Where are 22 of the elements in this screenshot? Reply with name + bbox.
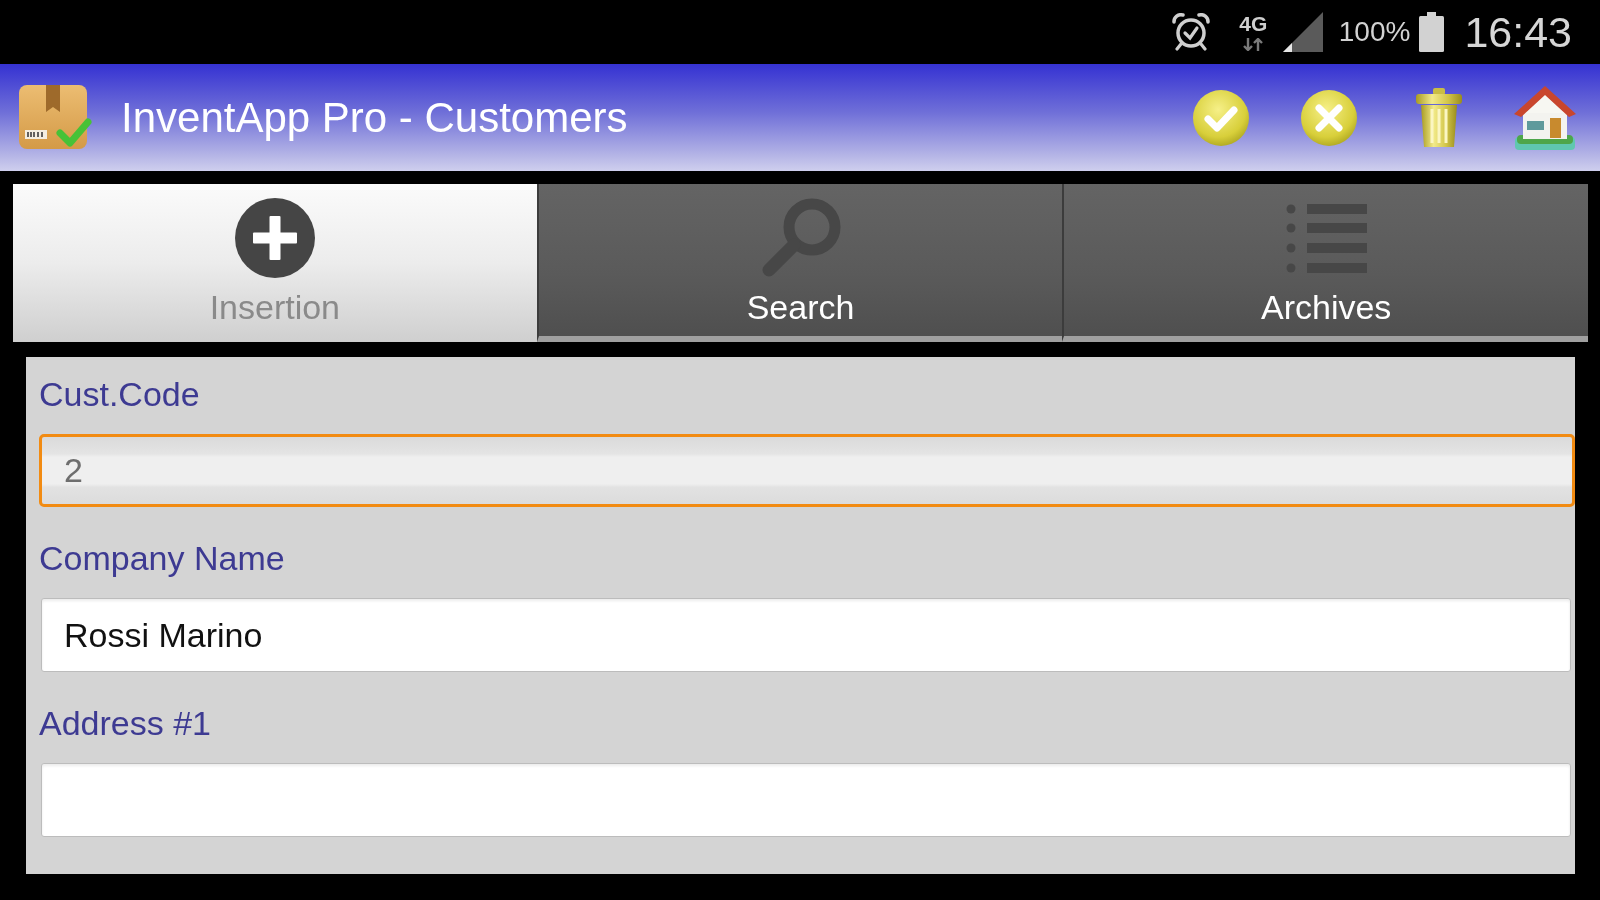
- data-arrows-icon: [1243, 38, 1264, 51]
- tab[interactable]: Search: [536, 184, 1063, 342]
- clock-time: 16:43: [1464, 7, 1572, 57]
- package-check-icon: [19, 85, 92, 150]
- battery-percent: 100%: [1338, 16, 1411, 48]
- field-label: Address #1: [39, 704, 211, 742]
- check-icon[interactable]: [1192, 88, 1250, 147]
- app-title: InventApp Pro - Customers: [121, 92, 628, 143]
- list-icon: [1284, 201, 1368, 275]
- battery-icon: [1419, 12, 1445, 52]
- text-field[interactable]: Rossi Marino: [41, 598, 1571, 672]
- field-label: Cust.Code: [39, 375, 200, 413]
- alarm-clock-icon: [1171, 13, 1210, 51]
- network-type-label: 4G: [1239, 13, 1268, 34]
- tab[interactable]: Archives: [1062, 184, 1588, 342]
- plus-circle-icon: [234, 198, 315, 278]
- house-icon[interactable]: [1513, 84, 1577, 151]
- trash-can-icon[interactable]: [1415, 87, 1463, 148]
- text-field[interactable]: [41, 763, 1571, 837]
- field-label: Company Name: [39, 539, 285, 577]
- signal-strength-icon: [1282, 12, 1323, 52]
- close-icon[interactable]: [1300, 88, 1358, 147]
